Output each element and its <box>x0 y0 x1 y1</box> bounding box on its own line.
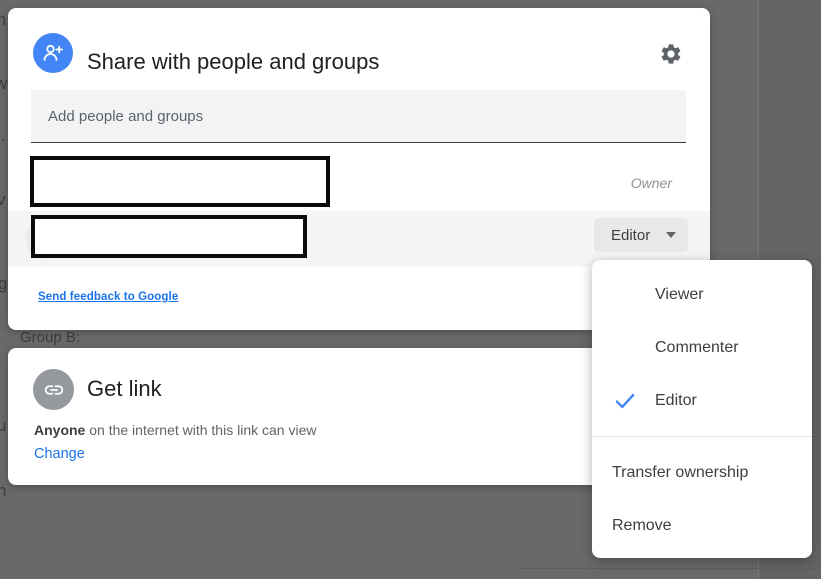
menu-item-label: Remove <box>612 517 672 535</box>
menu-item-remove[interactable]: Remove <box>592 499 812 552</box>
share-dialog-title: Share with people and groups <box>87 49 379 75</box>
access-detail: on the internet with this link can view <box>85 422 316 438</box>
background-text-fragment: . <box>1 126 6 146</box>
background-text-fragment: w <box>0 74 7 94</box>
role-dropdown-label: Editor <box>611 227 650 244</box>
role-menu: Viewer Commenter Editor Transfer ownersh… <box>592 260 812 558</box>
menu-item-label: Commenter <box>655 339 739 357</box>
menu-item-transfer-ownership[interactable]: Transfer ownership <box>592 446 812 499</box>
menu-item-label: Editor <box>655 392 697 410</box>
link-access-description: Anyone on the internet with this link ca… <box>34 422 316 438</box>
menu-item-label: Viewer <box>655 286 704 304</box>
background-text-fragment: n <box>0 481 6 501</box>
owner-role-label: Owner <box>631 175 672 191</box>
menu-item-commenter[interactable]: Commenter <box>592 321 812 374</box>
background-text-fragment: u <box>0 416 6 436</box>
role-dropdown-button[interactable]: Editor <box>594 218 688 252</box>
redaction-box-owner-name <box>30 156 330 207</box>
redaction-box-editor-name <box>31 215 307 258</box>
backdrop-table-line <box>520 568 821 569</box>
access-scope: Anyone <box>34 422 85 438</box>
gear-icon[interactable] <box>659 42 683 66</box>
menu-item-viewer[interactable]: Viewer <box>592 268 812 321</box>
add-people-input[interactable] <box>31 90 686 143</box>
menu-divider <box>592 436 812 437</box>
get-link-title: Get link <box>87 376 162 402</box>
change-link[interactable]: Change <box>34 446 85 462</box>
background-text-fragment: g <box>0 274 7 294</box>
caret-down-icon <box>666 232 676 238</box>
background-text-fragment: v <box>0 190 6 210</box>
background-text-fragment: m <box>0 10 6 30</box>
background-group-label: Group B: <box>20 329 80 346</box>
menu-item-label: Transfer ownership <box>612 464 748 482</box>
check-icon <box>612 388 638 414</box>
send-feedback-link[interactable]: Send feedback to Google <box>38 291 178 303</box>
menu-item-editor[interactable]: Editor <box>592 374 812 427</box>
person-add-icon <box>33 33 73 73</box>
link-icon <box>33 369 74 410</box>
